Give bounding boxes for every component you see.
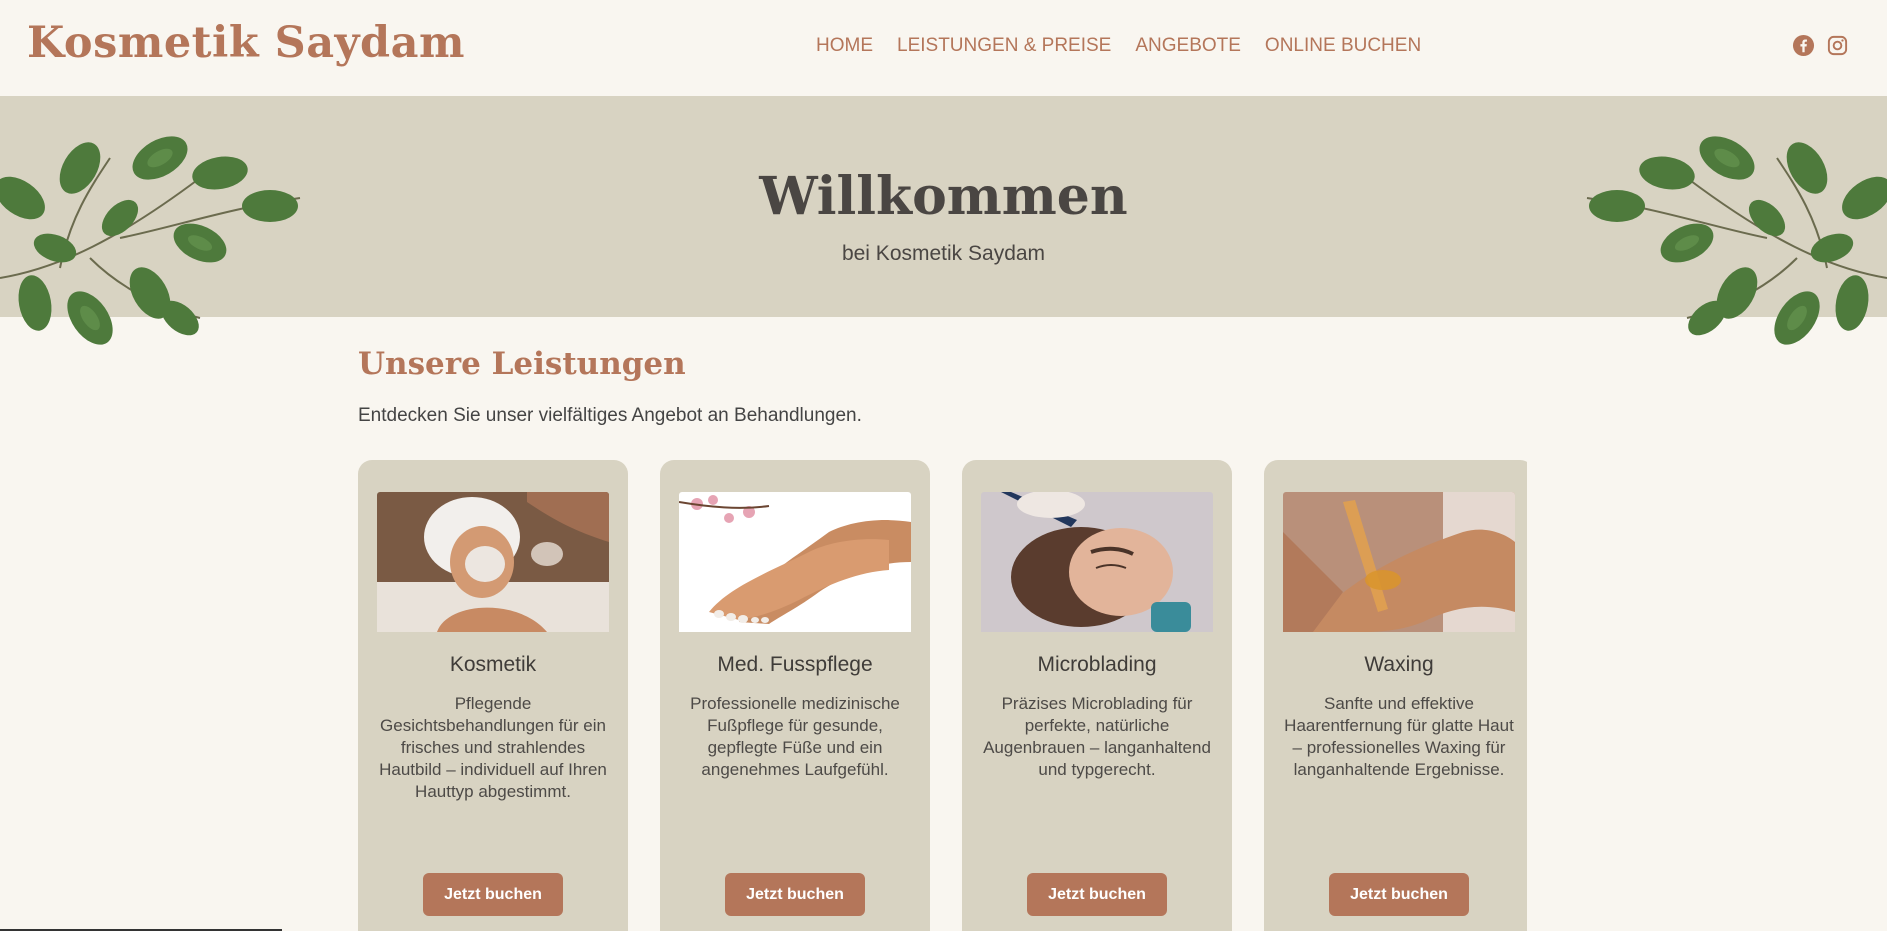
book-kosmetik-button[interactable]: Jetzt buchen bbox=[423, 873, 563, 916]
card-description: Professionelle medizinische Fußpflege fü… bbox=[690, 694, 900, 779]
service-card-waxing: Waxing Sanfte und effektive Haarentfernu… bbox=[1264, 460, 1527, 931]
card-title: Microblading bbox=[1037, 653, 1157, 676]
nav-online-buchen[interactable]: ONLINE BUCHEN bbox=[1265, 35, 1421, 57]
book-waxing-button[interactable]: Jetzt buchen bbox=[1329, 873, 1469, 916]
card-title: Med. Fusspflege bbox=[717, 653, 873, 676]
microblading-image bbox=[981, 492, 1213, 632]
service-card-fusspflege: Med. Fusspflege Professionelle medizinis… bbox=[660, 460, 930, 931]
waxing-image bbox=[1283, 492, 1515, 632]
main-nav: HOME LEISTUNGEN & PREISE ANGEBOTE ONLINE… bbox=[816, 35, 1421, 57]
nav-leistungen-preise[interactable]: LEISTUNGEN & PREISE bbox=[897, 35, 1111, 57]
service-cards: Kosmetik Pflegende Gesichtsbehandlungen … bbox=[358, 460, 1527, 931]
fusspflege-image bbox=[679, 492, 911, 632]
leaf-branch-left bbox=[0, 136, 301, 345]
card-description: Präzises Microblading für perfekte, natü… bbox=[983, 694, 1211, 779]
card-title: Waxing bbox=[1364, 653, 1434, 676]
service-card-kosmetik: Kosmetik Pflegende Gesichtsbehandlungen … bbox=[358, 460, 628, 931]
card-description: Pflegende Gesichtsbehandlungen für ein f… bbox=[379, 694, 607, 801]
site-header: Kosmetik Saydam HOME LEISTUNGEN & PREISE… bbox=[0, 0, 1887, 96]
book-fusspflege-button[interactable]: Jetzt buchen bbox=[725, 873, 865, 916]
card-description: Sanfte und effektive Haarentfernung für … bbox=[1284, 694, 1514, 779]
leaf-branch-right bbox=[1586, 136, 1887, 345]
book-microblading-button[interactable]: Jetzt buchen bbox=[1027, 873, 1167, 916]
services-heading: Unsere Leistungen bbox=[358, 346, 686, 382]
service-card-microblading: Microblading Präzises Microblading für p… bbox=[962, 460, 1232, 931]
site-logo[interactable]: Kosmetik Saydam bbox=[27, 18, 465, 68]
instagram-icon[interactable] bbox=[1826, 34, 1849, 57]
facebook-icon[interactable] bbox=[1792, 34, 1815, 57]
nav-home[interactable]: HOME bbox=[816, 35, 873, 57]
nav-angebote[interactable]: ANGEBOTE bbox=[1135, 35, 1241, 57]
social-links bbox=[1792, 34, 1849, 57]
services-description: Entdecken Sie unser vielfältiges Angebot… bbox=[358, 405, 862, 426]
card-title: Kosmetik bbox=[449, 653, 537, 676]
kosmetik-image bbox=[377, 492, 609, 632]
